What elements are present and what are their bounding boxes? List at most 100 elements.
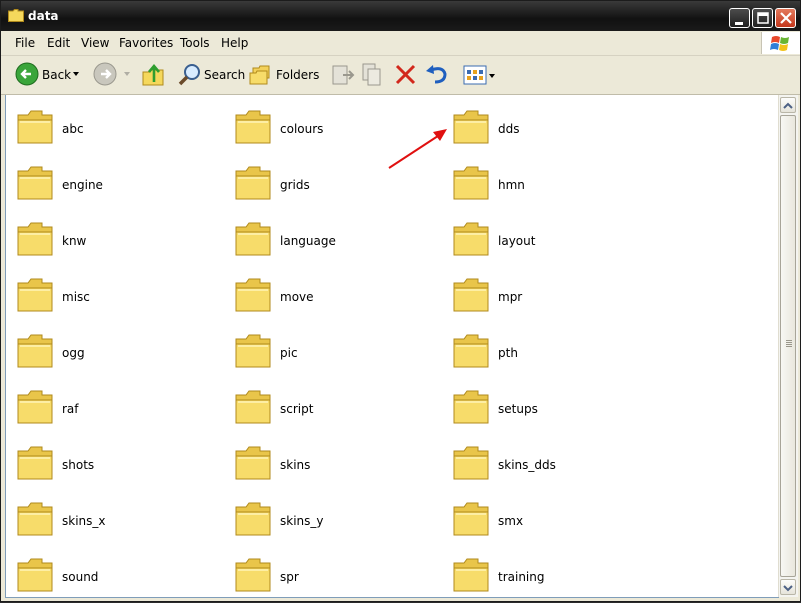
folder-item[interactable]: hmn [442, 157, 652, 205]
scroll-down-button[interactable] [780, 579, 796, 595]
folders-icon [249, 65, 270, 85]
forward-button[interactable] [91, 56, 131, 94]
folder-icon [453, 278, 489, 312]
maximize-button[interactable] [752, 8, 773, 28]
views-icon [463, 65, 487, 85]
menu-bar: File Edit View Favorites Tools Help [1, 31, 800, 56]
folder-label: abc [62, 122, 84, 136]
folder-icon [453, 110, 489, 144]
folder-label: sound [62, 570, 99, 584]
vertical-scrollbar[interactable] [778, 95, 798, 597]
copy-to-button[interactable] [361, 56, 385, 94]
folder-icon [235, 110, 271, 144]
folder-icon [235, 278, 271, 312]
folder-item[interactable]: pic [224, 325, 434, 373]
folder-item[interactable]: move [224, 269, 434, 317]
folder-item[interactable]: colours [224, 101, 434, 149]
menu-edit[interactable]: Edit [47, 36, 70, 50]
menu-favorites[interactable]: Favorites [119, 36, 173, 50]
views-button[interactable] [461, 56, 497, 94]
folder-label: language [280, 234, 336, 248]
folder-icon [453, 222, 489, 256]
folder-item[interactable]: smx [442, 493, 652, 541]
move-to-icon [332, 65, 355, 85]
folder-item[interactable]: shots [6, 437, 216, 485]
menu-help[interactable]: Help [221, 36, 248, 50]
delete-icon [395, 64, 416, 85]
folder-icon [453, 446, 489, 480]
folder-icon [17, 110, 53, 144]
chevron-down-icon[interactable] [489, 74, 497, 80]
folder-item[interactable]: language [224, 213, 434, 261]
folder-icon [235, 222, 271, 256]
close-button[interactable] [775, 8, 796, 28]
chevron-down-icon[interactable] [73, 72, 81, 78]
folder-icon [453, 502, 489, 536]
folders-label: Folders [276, 68, 320, 82]
folder-label: colours [280, 122, 324, 136]
folder-item[interactable]: training [442, 549, 652, 597]
folder-item[interactable]: setups [442, 381, 652, 429]
undo-button[interactable] [425, 56, 449, 94]
minimize-button[interactable] [729, 8, 750, 28]
folder-icon [8, 9, 24, 22]
folder-icon [453, 334, 489, 368]
folder-item[interactable]: script [224, 381, 434, 429]
folder-label: raf [62, 402, 79, 416]
folder-label: knw [62, 234, 87, 248]
forward-arrow-icon [93, 62, 117, 86]
toolbar: Back Search Folders [1, 56, 800, 95]
menu-file[interactable]: File [15, 36, 35, 50]
back-arrow-icon [15, 62, 39, 86]
menu-view[interactable]: View [81, 36, 109, 50]
folder-item[interactable]: raf [6, 381, 216, 429]
folder-item[interactable]: grids [224, 157, 434, 205]
folder-icon [235, 390, 271, 424]
folder-item[interactable]: layout [442, 213, 652, 261]
folder-icon [17, 502, 53, 536]
folder-icon [17, 558, 53, 592]
folder-item[interactable]: pth [442, 325, 652, 373]
folder-label: skins [280, 458, 311, 472]
folder-label: dds [498, 122, 520, 136]
windows-logo-icon [761, 32, 800, 54]
folder-label: training [498, 570, 545, 584]
file-list-view[interactable]: abc colours dds engine grids hmn knw language la… [5, 95, 779, 598]
folder-item[interactable]: skins_x [6, 493, 216, 541]
folder-label: skins_x [62, 514, 106, 528]
folder-icon [17, 446, 53, 480]
folders-button[interactable]: Folders [249, 56, 320, 94]
folder-label: spr [280, 570, 299, 584]
chevron-down-icon[interactable] [124, 72, 132, 78]
folder-icon [235, 502, 271, 536]
folder-item[interactable]: abc [6, 101, 216, 149]
folder-label: skins_dds [498, 458, 556, 472]
folder-item[interactable]: misc [6, 269, 216, 317]
title-bar[interactable]: data [1, 1, 800, 31]
scroll-up-button[interactable] [780, 97, 796, 113]
folder-label: engine [62, 178, 103, 192]
folder-item[interactable]: skins_dds [442, 437, 652, 485]
delete-button[interactable] [394, 56, 418, 94]
folder-item[interactable]: skins [224, 437, 434, 485]
folder-item[interactable]: spr [224, 549, 434, 597]
folder-item[interactable]: ogg [6, 325, 216, 373]
folder-item[interactable]: engine [6, 157, 216, 205]
explorer-window: data File Edit View Favorites Tools Help [0, 0, 801, 602]
up-folder-button[interactable] [141, 56, 167, 94]
chevron-down-icon [783, 585, 793, 592]
move-to-button[interactable] [331, 56, 355, 94]
folder-item[interactable]: skins_y [224, 493, 434, 541]
back-button[interactable]: Back [13, 56, 85, 94]
folder-item[interactable]: dds [442, 101, 652, 149]
folder-item[interactable]: sound [6, 549, 216, 597]
folder-icon [235, 558, 271, 592]
maximize-icon [757, 12, 769, 24]
folder-icon [17, 166, 53, 200]
folder-item[interactable]: knw [6, 213, 216, 261]
menu-tools[interactable]: Tools [180, 36, 210, 50]
scroll-thumb[interactable] [780, 115, 796, 577]
back-label: Back [42, 68, 72, 82]
folder-item[interactable]: mpr [442, 269, 652, 317]
search-button[interactable]: Search [175, 56, 245, 94]
